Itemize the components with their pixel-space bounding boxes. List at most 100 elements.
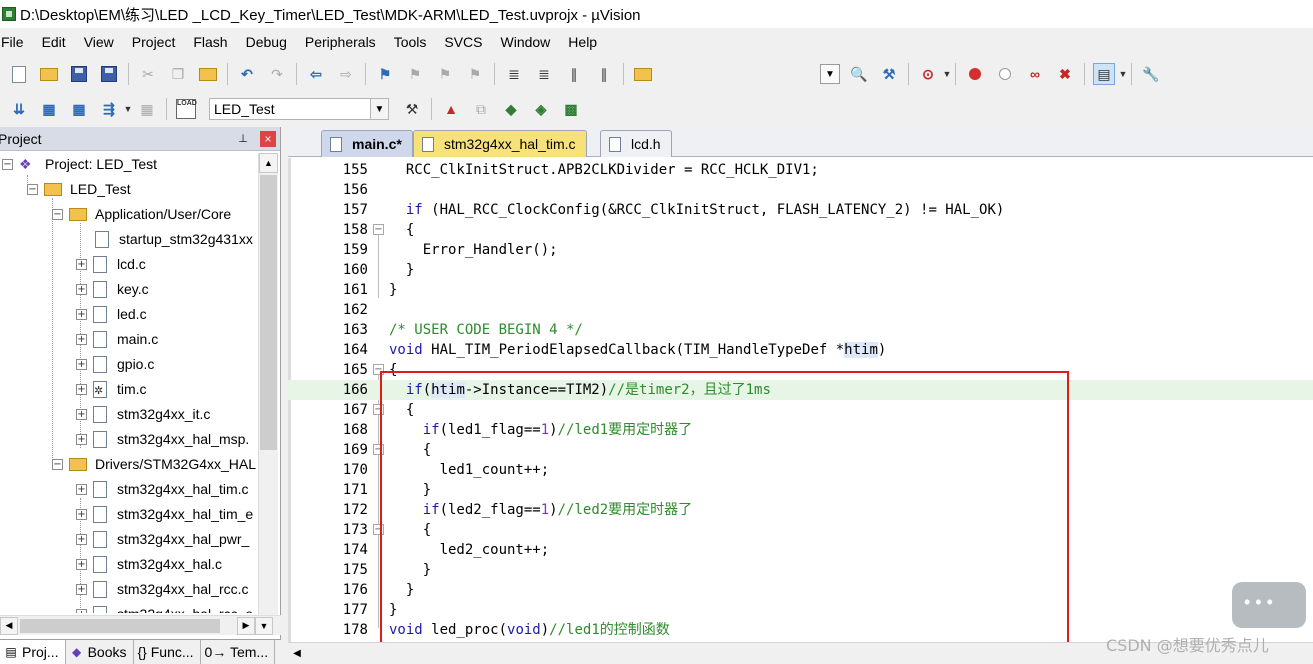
clear-bookmarks-icon[interactable]: ⚑ <box>464 63 486 85</box>
tree-file[interactable]: + tim.c <box>76 378 147 400</box>
tree-node-group[interactable]: − Application/User/Core <box>52 203 231 225</box>
expand-icon[interactable]: + <box>76 558 87 570</box>
scroll-left-icon[interactable]: ◀ <box>0 616 18 635</box>
expand-icon[interactable]: + <box>76 608 87 613</box>
scroll-thumb[interactable] <box>260 175 277 450</box>
tree-file[interactable]: + lcd.c <box>76 253 146 275</box>
menu-peripherals[interactable]: Peripherals <box>305 34 384 50</box>
chevron-down-icon[interactable]: ▼ <box>943 63 952 85</box>
tree-node-project[interactable]: − ❖ Project: LED_Test <box>2 153 157 175</box>
expand-icon[interactable]: + <box>76 508 87 520</box>
collapse-icon[interactable]: − <box>27 183 38 195</box>
expand-icon[interactable]: + <box>76 283 87 295</box>
paste-icon[interactable] <box>197 63 219 85</box>
manage-project-items-icon[interactable]: ▲ <box>440 98 462 120</box>
tree-node-target[interactable]: − LED_Test <box>27 178 131 200</box>
scroll-down-icon[interactable]: ▼ <box>255 616 273 635</box>
tab-main-c[interactable]: main.c* <box>321 130 413 157</box>
indent-icon[interactable]: ≣ <box>503 63 525 85</box>
bookmark-icon[interactable]: ⚑ <box>374 63 396 85</box>
scroll-right-icon[interactable]: ▶ <box>237 616 255 635</box>
tree-file[interactable]: + stm32g4xx_hal.c <box>76 553 222 575</box>
find-dropdown[interactable]: ▼ <box>820 64 840 84</box>
chevron-down-icon[interactable]: ▼ <box>124 98 133 120</box>
collapse-icon[interactable]: − <box>52 208 63 220</box>
load-download-icon[interactable]: LOAD <box>175 98 197 120</box>
close-icon[interactable]: × <box>260 130 276 147</box>
window-layout-icon[interactable]: ▤ <box>1093 63 1115 85</box>
tree-file[interactable]: + key.c <box>76 278 149 300</box>
tree-file[interactable]: + stm32g4xx_hal_tim.c <box>76 478 249 500</box>
tree-file[interactable]: + stm32g4xx_hal_msp. <box>76 428 249 450</box>
code-area[interactable]: 155 RCC_ClkInitStruct.APB2CLKDivider = R… <box>288 158 1313 644</box>
tree-file[interactable]: + main.c <box>76 328 158 350</box>
tree-file[interactable]: + gpio.c <box>76 353 154 375</box>
component-icon[interactable]: ▩ <box>560 98 582 120</box>
menu-window[interactable]: Window <box>501 34 559 50</box>
expand-icon[interactable]: + <box>76 258 87 270</box>
next-bookmark-icon[interactable]: ⚑ <box>434 63 456 85</box>
tab-functions[interactable]: {} Func... <box>134 640 201 664</box>
cut-icon[interactable]: ✂ <box>137 63 159 85</box>
expand-icon[interactable]: + <box>76 408 87 420</box>
tree-file[interactable]: + stm32g4xx_hal_rcc.c <box>76 578 249 600</box>
fold-collapse-icon[interactable]: − <box>373 224 384 235</box>
undo-icon[interactable]: ↶ <box>236 63 258 85</box>
batch-build-icon[interactable]: ⇶ <box>98 98 120 120</box>
collapse-icon[interactable]: − <box>2 158 13 170</box>
menu-debug[interactable]: Debug <box>246 34 295 50</box>
disabled-breakpoint-icon[interactable] <box>994 63 1016 85</box>
chevron-down-icon[interactable]: ▼ <box>1119 63 1128 85</box>
menu-edit[interactable]: Edit <box>42 34 74 50</box>
comment-icon[interactable]: ∥ <box>563 63 585 85</box>
kill-all-breakpoints-icon[interactable]: ✖ <box>1054 63 1076 85</box>
expand-icon[interactable]: + <box>76 583 87 595</box>
build-icon[interactable]: ▦ <box>38 98 60 120</box>
expand-icon[interactable]: + <box>76 433 87 445</box>
prev-bookmark-icon[interactable]: ⚑ <box>404 63 426 85</box>
menu-tools[interactable]: Tools <box>394 34 435 50</box>
expand-icon[interactable]: + <box>76 533 87 545</box>
scroll-left-icon[interactable]: ◀ <box>288 644 306 664</box>
tree-vertical-scrollbar[interactable]: ▲ <box>258 153 278 616</box>
menu-view[interactable]: View <box>84 34 122 50</box>
save-all-icon[interactable] <box>98 63 120 85</box>
find-icon[interactable]: 🔍 <box>848 63 870 85</box>
tree-file[interactable]: startup_stm32g431xx <box>95 228 253 250</box>
expand-icon[interactable]: + <box>76 483 87 495</box>
tree-horizontal-scrollbar[interactable]: ◀ ▶ ▼ <box>0 615 281 635</box>
manage-rte-icon[interactable]: ◆ <box>500 98 522 120</box>
stop-build-icon[interactable]: ▦ <box>136 98 158 120</box>
menu-file[interactable]: File <box>1 34 32 50</box>
tree-file[interactable]: + stm32g4xx_hal_tim_e <box>76 503 253 525</box>
uncomment-icon[interactable]: ∥ <box>593 63 615 85</box>
chevron-down-icon[interactable]: ▼ <box>370 99 388 119</box>
tree-file[interactable]: + stm32g4xx_hal_rcc_e <box>76 603 253 613</box>
collapse-icon[interactable]: − <box>52 458 63 470</box>
tab-lcd-h[interactable]: lcd.h <box>600 130 672 157</box>
select-packs-icon[interactable]: ⧉ <box>470 98 492 120</box>
redo-icon[interactable]: ↷ <box>266 63 288 85</box>
rebuild-icon[interactable]: ▦ <box>68 98 90 120</box>
configure-wrench-icon[interactable]: 🔧 <box>1140 63 1162 85</box>
new-file-icon[interactable] <box>8 63 30 85</box>
save-icon[interactable] <box>68 63 90 85</box>
tab-stm32g4xx-hal-tim-c[interactable]: stm32g4xx_hal_tim.c <box>413 130 587 157</box>
translate-icon[interactable]: ⇊ <box>8 98 30 120</box>
scroll-thumb[interactable] <box>20 618 220 633</box>
debug-session-icon[interactable]: ⊙ <box>917 63 939 85</box>
menu-help[interactable]: Help <box>568 34 605 50</box>
tree-file[interactable]: + stm32g4xx_hal_pwr_ <box>76 528 249 550</box>
find-in-files-icon[interactable] <box>632 63 654 85</box>
tree-file[interactable]: + stm32g4xx_it.c <box>76 403 210 425</box>
breakpoint-icon[interactable] <box>964 63 986 85</box>
tab-books[interactable]: ◆ Books <box>66 640 134 664</box>
tree-node-group[interactable]: − Drivers/STM32G4xx_HAL <box>52 453 256 475</box>
tab-templates[interactable]: 0→ Tem... <box>201 640 276 664</box>
scroll-track[interactable] <box>18 617 237 635</box>
unindent-icon[interactable]: ≣ <box>533 63 555 85</box>
target-options-icon[interactable]: ⚒ <box>401 98 423 120</box>
menu-flash[interactable]: Flash <box>193 34 235 50</box>
menu-svcs[interactable]: SVCS <box>444 34 490 50</box>
expand-icon[interactable]: + <box>76 333 87 345</box>
